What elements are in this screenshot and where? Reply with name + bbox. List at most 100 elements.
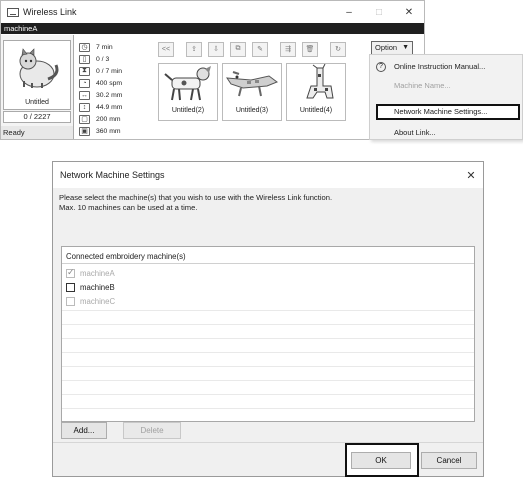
- menu-item-label: Network Machine Settings...: [394, 107, 488, 116]
- option-menu: ? Online Instruction Manual... Machine N…: [369, 54, 523, 140]
- add-button[interactable]: Add...: [61, 422, 107, 439]
- close-icon[interactable]: ✕: [459, 169, 483, 182]
- design-card[interactable]: Untitled(4): [286, 63, 346, 121]
- option-dropdown[interactable]: Option ▼: [371, 41, 413, 55]
- stat-value: 400 spm: [96, 79, 123, 87]
- design-label: Untitled(4): [299, 107, 333, 114]
- giraffe-design-icon: [306, 63, 334, 99]
- refresh-button[interactable]: ↻: [330, 41, 346, 57]
- design-card[interactable]: Untitled(2): [158, 63, 218, 121]
- stat-value: 0 / 7 min: [96, 67, 123, 75]
- list-divider: [62, 380, 474, 381]
- menu-item-label: Online Instruction Manual...: [394, 62, 486, 71]
- clock-icon: ◷: [79, 42, 90, 52]
- stat-row: ↕ 44.9 mm: [79, 101, 151, 113]
- dialog-title-bar: Network Machine Settings ✕: [53, 162, 483, 188]
- help-icon: ?: [376, 62, 386, 72]
- list-divider: [62, 324, 474, 325]
- list-header: Connected embroidery machine(s): [62, 247, 474, 264]
- message-line: Max. 10 machines can be used at a time.: [59, 202, 198, 212]
- stitch-counter: 0 / 2227: [3, 111, 71, 123]
- stat-row: ▣ 360 mm: [79, 125, 151, 137]
- window-title: Wireless Link: [23, 7, 77, 17]
- toolbar: << ⇪ ⇩ ⧉ ✎ ⇶ 🗑 ↻: [158, 41, 352, 57]
- list-divider: [62, 408, 474, 409]
- machine-checkbox[interactable]: [66, 283, 75, 292]
- delete-button: Delete: [123, 422, 181, 439]
- design-stats: ◷ 7 min ▯ 0 / 3 ⧗ 0 / 7 min ◔ 400 spm ↔ 30.2 …: [79, 41, 151, 137]
- list-divider: [62, 310, 474, 311]
- send-icon: ⇪: [191, 46, 197, 53]
- network-machine-settings-dialog: Network Machine Settings ✕ Please select…: [52, 161, 484, 477]
- maximize-button[interactable]: □: [364, 7, 394, 18]
- height-icon: ↕: [79, 102, 90, 112]
- title-bar: Wireless Link – □ ✕: [1, 1, 424, 23]
- stat-value: 30.2 mm: [96, 91, 123, 99]
- menu-item-about[interactable]: About Link...: [370, 125, 522, 141]
- collapse-button[interactable]: <<: [158, 41, 174, 57]
- menu-item-network-machine-settings[interactable]: Network Machine Settings...: [376, 104, 520, 120]
- refresh-icon: ↻: [335, 46, 341, 53]
- trash-icon: 🗑: [305, 46, 315, 53]
- import-button[interactable]: ⇶: [280, 41, 296, 57]
- crocodile-design-icon: [226, 71, 279, 97]
- current-design-label: Untitled: [25, 99, 49, 106]
- close-button[interactable]: ✕: [394, 7, 424, 18]
- machine-checkbox: [66, 297, 75, 306]
- option-label: Option: [375, 43, 398, 52]
- machine-tab[interactable]: machineA: [1, 23, 424, 34]
- list-item-machineC: machineC: [62, 296, 115, 307]
- list-divider: [62, 338, 474, 339]
- edit-icon: ✎: [257, 46, 263, 53]
- menu-item-label: Machine Name...: [394, 81, 451, 90]
- import-icon: ⇶: [285, 46, 291, 53]
- stat-row: ◔ 400 spm: [79, 77, 151, 89]
- cancel-button[interactable]: Cancel: [421, 452, 477, 469]
- stat-value: 200 mm: [96, 115, 121, 123]
- minimize-button[interactable]: –: [334, 7, 364, 18]
- stat-row: ◷ 7 min: [79, 41, 151, 53]
- stat-row: ⧗ 0 / 7 min: [79, 65, 151, 77]
- design-label: Untitled(2): [171, 107, 205, 114]
- message-line: Please select the machine(s) that you wi…: [59, 193, 333, 202]
- delete-design-button[interactable]: 🗑: [302, 41, 318, 57]
- machine-name: machineB: [80, 283, 115, 292]
- menu-item-machine-name: Machine Name...: [370, 78, 522, 94]
- stat-value: 360 mm: [96, 127, 121, 135]
- hoop-large-icon: ▣: [79, 126, 90, 136]
- stat-value: 44.9 mm: [96, 103, 123, 111]
- list-item-machineB[interactable]: machineB: [62, 282, 115, 293]
- speed-icon: ◔: [79, 78, 90, 88]
- ok-button[interactable]: OK: [351, 452, 411, 469]
- dialog-message: Please select the machine(s) that you wi…: [59, 193, 332, 212]
- send-to-machine-button[interactable]: ⇪: [186, 41, 202, 57]
- design-queue: Untitled(2) Untitled(3) Untitled(4): [158, 63, 350, 121]
- list-divider: [62, 366, 474, 367]
- machine-name: machineA: [80, 269, 115, 278]
- stat-value: 0 / 3: [96, 55, 110, 63]
- dog-design-icon: [164, 66, 211, 101]
- design-card[interactable]: Untitled(3): [222, 63, 282, 121]
- receive-from-machine-button[interactable]: ⇩: [208, 41, 224, 57]
- menu-item-label: About Link...: [394, 128, 436, 137]
- copy-button[interactable]: ⧉: [230, 41, 246, 57]
- cat-design-icon: [19, 48, 59, 88]
- current-machine-panel: Untitled 0 / 2227 Ready: [1, 35, 74, 139]
- machine-checkbox: [66, 267, 75, 278]
- list-divider: [62, 352, 474, 353]
- current-design-thumbnail[interactable]: Untitled: [3, 40, 71, 110]
- receive-icon: ⇩: [213, 46, 219, 53]
- list-divider: [62, 394, 474, 395]
- stat-value: 7 min: [96, 43, 113, 51]
- hoop-icon: ▢: [79, 114, 90, 124]
- edit-button[interactable]: ✎: [252, 41, 268, 57]
- machine-list: Connected embroidery machine(s) machineA…: [61, 246, 475, 422]
- machine-status: Ready: [1, 126, 73, 139]
- thread-spool-icon: ▯: [79, 54, 90, 64]
- stat-row: ↔ 30.2 mm: [79, 89, 151, 101]
- dialog-title: Network Machine Settings: [60, 170, 165, 180]
- menu-item-online-manual[interactable]: ? Online Instruction Manual...: [370, 59, 522, 75]
- copy-icon: ⧉: [235, 45, 241, 52]
- stat-row: ▯ 0 / 3: [79, 53, 151, 65]
- width-icon: ↔: [79, 90, 90, 100]
